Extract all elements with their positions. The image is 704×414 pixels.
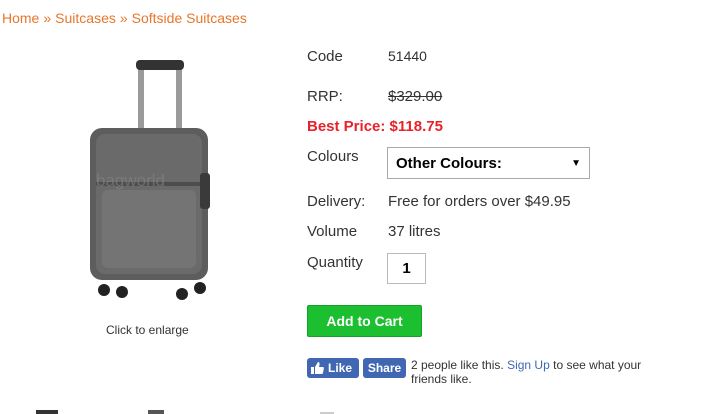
thumbnail-strip xyxy=(36,410,334,414)
breadcrumb-softside-suitcases[interactable]: Softside Suitcases xyxy=(132,10,247,26)
colour-select-value: Other Colours: xyxy=(396,154,502,172)
click-to-enlarge[interactable]: Click to enlarge xyxy=(106,323,189,337)
wheel xyxy=(176,288,188,300)
breadcrumb: Home» Suitcases» Softside Suitcases xyxy=(2,10,247,26)
quantity-label: Quantity xyxy=(307,254,363,271)
delivery-value: Free for orders over $49.95 xyxy=(388,193,571,210)
facebook-social-text: 2 people like this. Sign Up to see what … xyxy=(411,358,671,386)
thumbnail[interactable] xyxy=(148,410,164,414)
breadcrumb-home[interactable]: Home xyxy=(2,10,39,26)
wheel xyxy=(98,284,110,296)
quantity-input[interactable]: 1 xyxy=(387,253,426,284)
product-image[interactable]: bagworld xyxy=(82,58,222,308)
side-handle xyxy=(200,173,210,209)
colours-label: Colours xyxy=(307,148,359,165)
volume-value: 37 litres xyxy=(388,223,441,240)
wheel xyxy=(116,286,128,298)
facebook-signup-link[interactable]: Sign Up xyxy=(507,358,550,372)
volume-label: Volume xyxy=(307,223,358,240)
rrp-label: RRP: xyxy=(307,88,343,105)
breadcrumb-separator: » xyxy=(43,10,52,26)
watermark: bagworld xyxy=(96,171,165,190)
best-price-row: Best Price: $118.75 xyxy=(307,118,443,135)
breadcrumb-suitcases[interactable]: Suitcases xyxy=(55,10,116,26)
delivery-label: Delivery: xyxy=(307,193,366,210)
handle-right xyxy=(176,62,182,132)
thumbnail[interactable] xyxy=(36,410,58,414)
breadcrumb-separator: » xyxy=(119,10,128,26)
add-to-cart-button[interactable]: Add to Cart xyxy=(307,305,422,337)
best-price-value: $118.75 xyxy=(389,118,443,135)
dropdown-arrow-icon: ▼ xyxy=(571,157,581,169)
code-value: 51440 xyxy=(388,48,427,64)
wheel xyxy=(194,282,206,294)
facebook-share-button[interactable]: Share xyxy=(363,358,406,378)
like-count-text: 2 people like this. xyxy=(411,358,504,372)
handle-grip xyxy=(136,60,184,70)
code-label: Code xyxy=(307,48,343,65)
thumbs-up-icon xyxy=(311,362,324,374)
facebook-like-button[interactable]: Like xyxy=(307,358,359,378)
rrp-value: $329.00 xyxy=(388,88,443,105)
colour-select[interactable]: Other Colours: ▼ xyxy=(387,147,590,179)
like-label: Like xyxy=(328,361,353,375)
handle-left xyxy=(138,62,144,132)
suitcase-pocket xyxy=(102,190,196,268)
best-price-label: Best Price: xyxy=(307,118,386,135)
